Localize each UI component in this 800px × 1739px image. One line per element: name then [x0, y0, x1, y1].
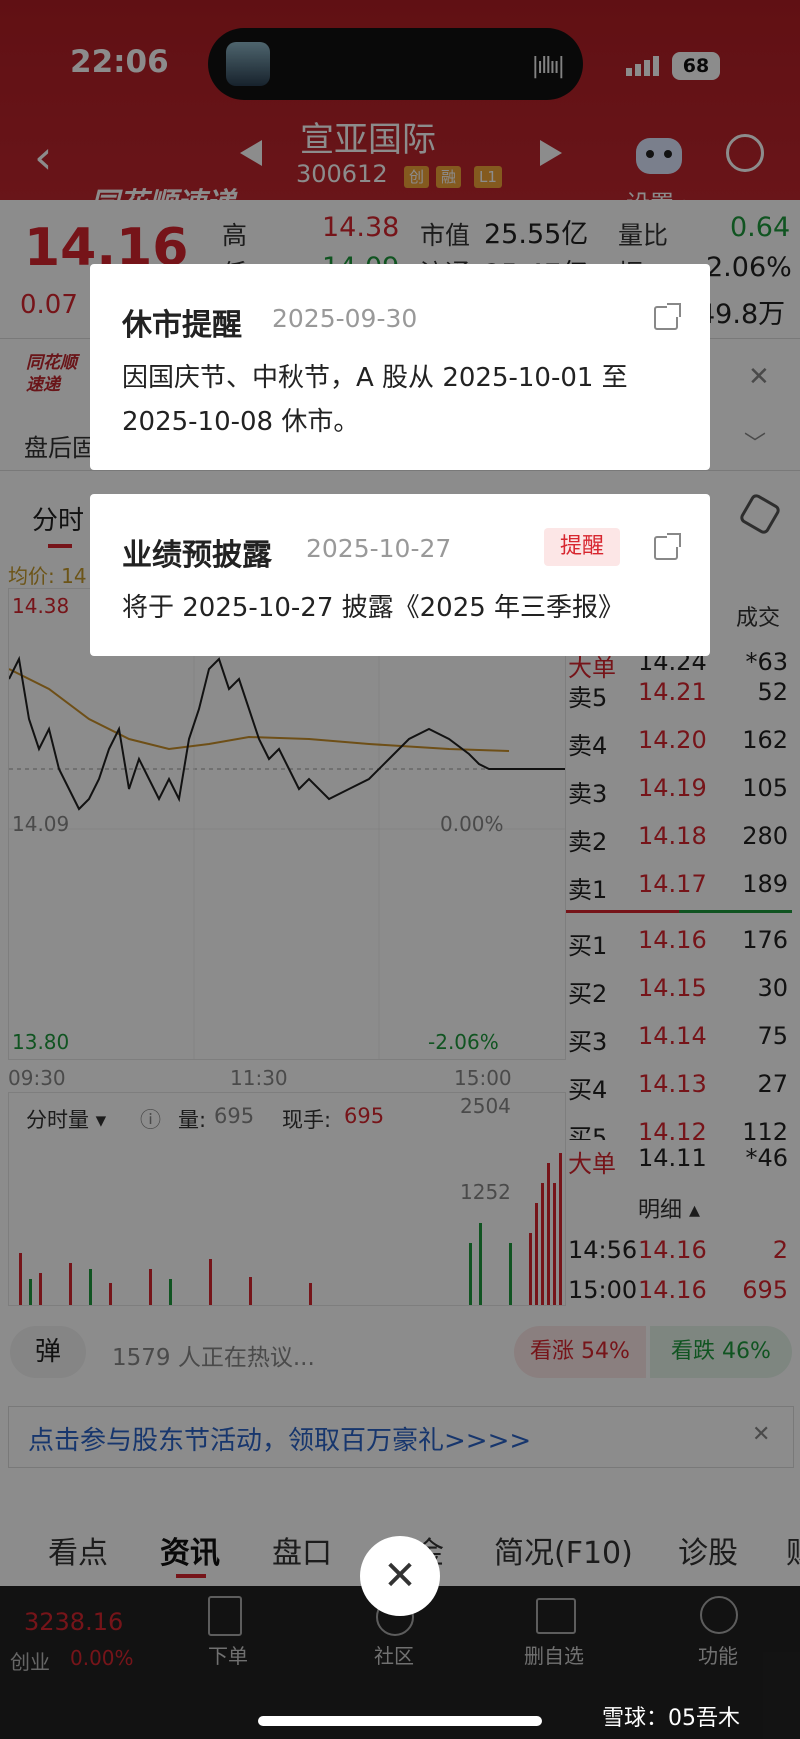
home-indicator — [258, 1716, 542, 1726]
external-link-icon[interactable] — [654, 303, 681, 330]
close-modal-button[interactable]: ✕ — [360, 1536, 440, 1616]
notice-body: 将于 2025-10-27 披露《2025 年三季报》 — [122, 593, 625, 623]
notice-date: 2025-09-30 — [272, 304, 418, 333]
notice-card-market-closed[interactable]: 休市提醒 2025-09-30 因国庆节、中秋节，A 股从 2025-10-01… — [90, 264, 710, 470]
remind-badge[interactable]: 提醒 — [544, 528, 621, 566]
notice-card-earnings[interactable]: 业绩预披露 2025-10-27 提醒 将于 2025-10-27 披露《202… — [90, 494, 710, 656]
notice-title: 休市提醒 — [122, 308, 242, 343]
modal-overlay[interactable] — [0, 0, 800, 1739]
notice-title: 业绩预披露 — [122, 538, 272, 573]
notice-body: 因国庆节、中秋节，A 股从 2025-10-01 至 2025-10-08 休市… — [122, 363, 628, 437]
notice-date: 2025-10-27 — [306, 534, 452, 563]
external-link-icon[interactable] — [654, 533, 681, 560]
watermark: 雪球：05吾木 — [602, 1706, 740, 1731]
